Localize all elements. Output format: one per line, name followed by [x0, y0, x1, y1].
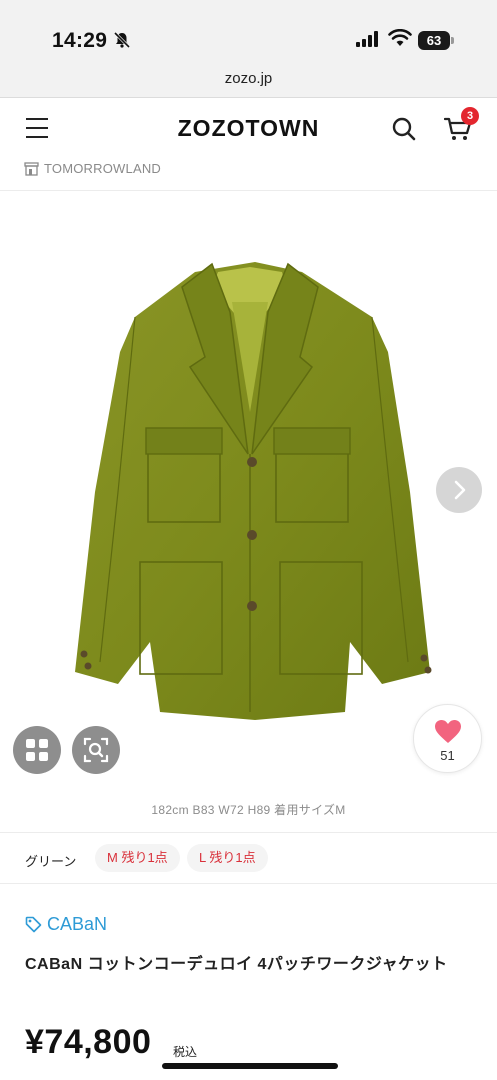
shop-icon [24, 162, 39, 181]
product-gallery[interactable]: 51 [0, 192, 497, 792]
thumbnail-grid-button[interactable] [13, 726, 61, 774]
model-size-info: 182cm B83 W72 H89 着用サイズM [151, 803, 346, 817]
size-chip-l[interactable]: L 残り1点 [187, 844, 268, 872]
favorite-button[interactable]: 51 [413, 704, 482, 773]
wifi-icon [388, 28, 412, 52]
signal-icon [356, 31, 382, 52]
site-logo[interactable]: ZOZOTOWN [0, 115, 497, 142]
color-name: グリーン [25, 854, 77, 869]
battery-level: 63 [418, 31, 450, 50]
url-bar[interactable]: zozo.jp [0, 70, 497, 87]
favorite-count: 51 [440, 748, 455, 763]
size-chip-m[interactable]: M 残り1点 [95, 844, 180, 872]
shop-name[interactable]: TOMORROWLAND [44, 161, 161, 176]
grid-icon [26, 739, 48, 761]
color-size-row: グリーン M 残り1点 L 残り1点 [0, 832, 497, 884]
battery-indicator: 63 [418, 31, 454, 50]
bell-muted-icon [113, 31, 131, 54]
chevron-right-icon [454, 480, 466, 500]
tax-label: 税込 [173, 1045, 198, 1059]
shop-row[interactable]: TOMORROWLAND [0, 159, 497, 191]
brand-name[interactable]: CABaN [47, 914, 107, 935]
product-image [75, 262, 432, 720]
home-indicator[interactable] [162, 1063, 338, 1069]
search-icon[interactable] [391, 116, 417, 147]
status-bar: 14:29 63 zozo.jp [0, 0, 497, 98]
next-image-button[interactable] [436, 467, 482, 513]
heart-icon [435, 720, 461, 743]
battery-cap [451, 37, 454, 44]
product-title: CABaN コットンコーデュロイ 4パッチワークジャケット [25, 956, 448, 973]
status-time: 14:29 [52, 29, 108, 52]
image-search-icon [83, 737, 109, 763]
menu-icon[interactable] [26, 118, 48, 138]
image-search-button[interactable] [72, 726, 120, 774]
product-price: ¥74,800 [25, 1023, 152, 1061]
tag-icon [25, 916, 42, 938]
site-header: ZOZOTOWN [0, 99, 497, 159]
cart-count-badge: 3 [461, 107, 479, 125]
